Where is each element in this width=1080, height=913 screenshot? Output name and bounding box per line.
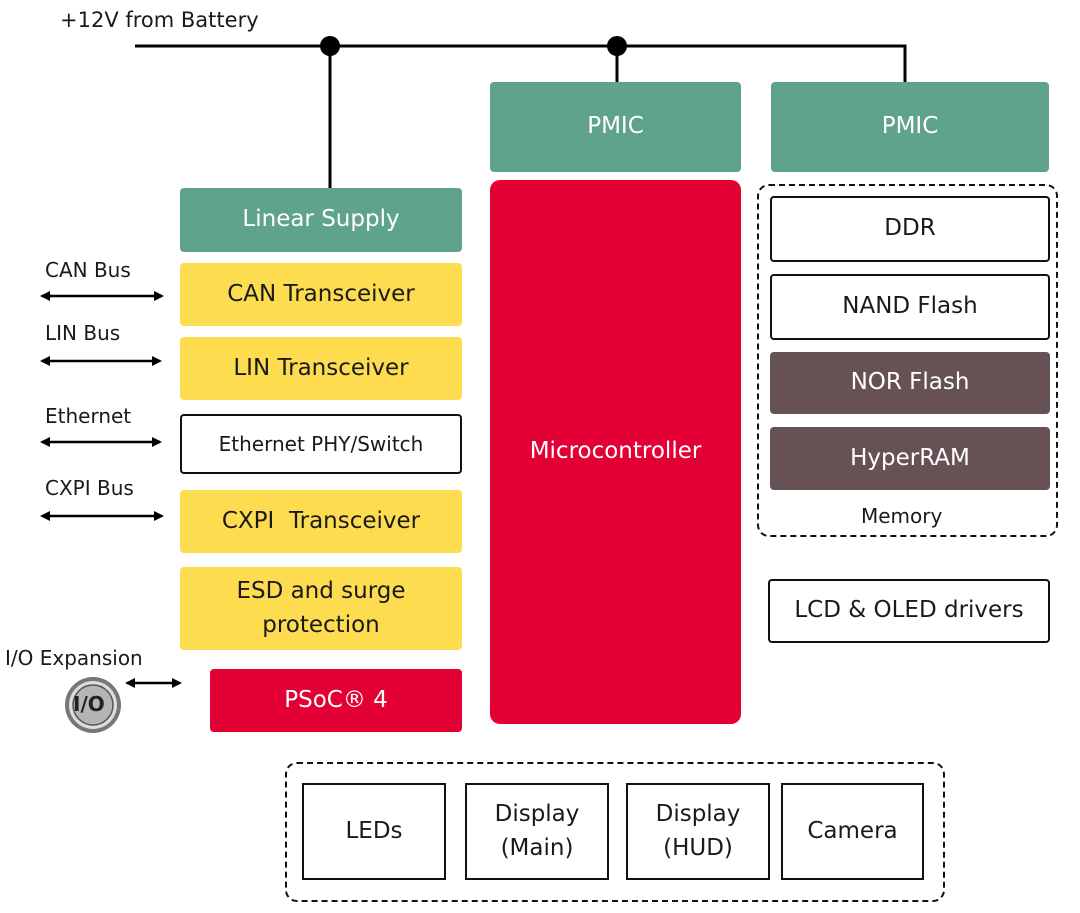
lin-transceiver: LIN Transceiver <box>180 337 462 400</box>
pmic-center: PMIC <box>490 82 741 172</box>
io-icon-text: I/O <box>73 692 105 716</box>
leds: LEDs <box>302 783 446 880</box>
display-hud: Display (HUD) <box>626 783 770 880</box>
junction-dot <box>320 36 340 56</box>
pmic-right: PMIC <box>771 82 1049 172</box>
supply-label: +12V from Battery <box>60 8 259 32</box>
ethernet-label: Ethernet <box>45 404 132 428</box>
junction-dot <box>607 36 627 56</box>
ddr: DDR <box>770 196 1050 262</box>
memory-label: Memory <box>861 504 943 528</box>
lin-bus-label: LIN Bus <box>45 321 121 345</box>
can-bus-label: CAN Bus <box>45 258 131 282</box>
display-main: Display (Main) <box>465 783 609 880</box>
cxpi-bus-label: CXPI Bus <box>45 476 134 500</box>
microcontroller: Microcontroller <box>490 180 741 724</box>
camera: Camera <box>781 783 924 880</box>
nor-flash: NOR Flash <box>770 352 1050 414</box>
linear-supply: Linear Supply <box>180 188 462 252</box>
cxpi-transceiver: CXPI Transceiver <box>180 490 462 553</box>
block-diagram: +12V from Battery I/O PMIC PMIC Microcon… <box>0 0 1080 913</box>
can-transceiver: CAN Transceiver <box>180 263 462 326</box>
io-expansion-label: I/O Expansion <box>5 646 143 670</box>
psoc4: PSoC® 4 <box>210 669 462 732</box>
ethernet-phy-switch: Ethernet PHY/Switch <box>180 414 462 474</box>
supply-rail <box>135 44 907 82</box>
nand-flash: NAND Flash <box>770 274 1050 340</box>
lcd-oled-drivers: LCD & OLED drivers <box>768 579 1050 643</box>
hyperram: HyperRAM <box>770 427 1050 490</box>
esd-surge-protection: ESD and surge protection <box>180 567 462 650</box>
